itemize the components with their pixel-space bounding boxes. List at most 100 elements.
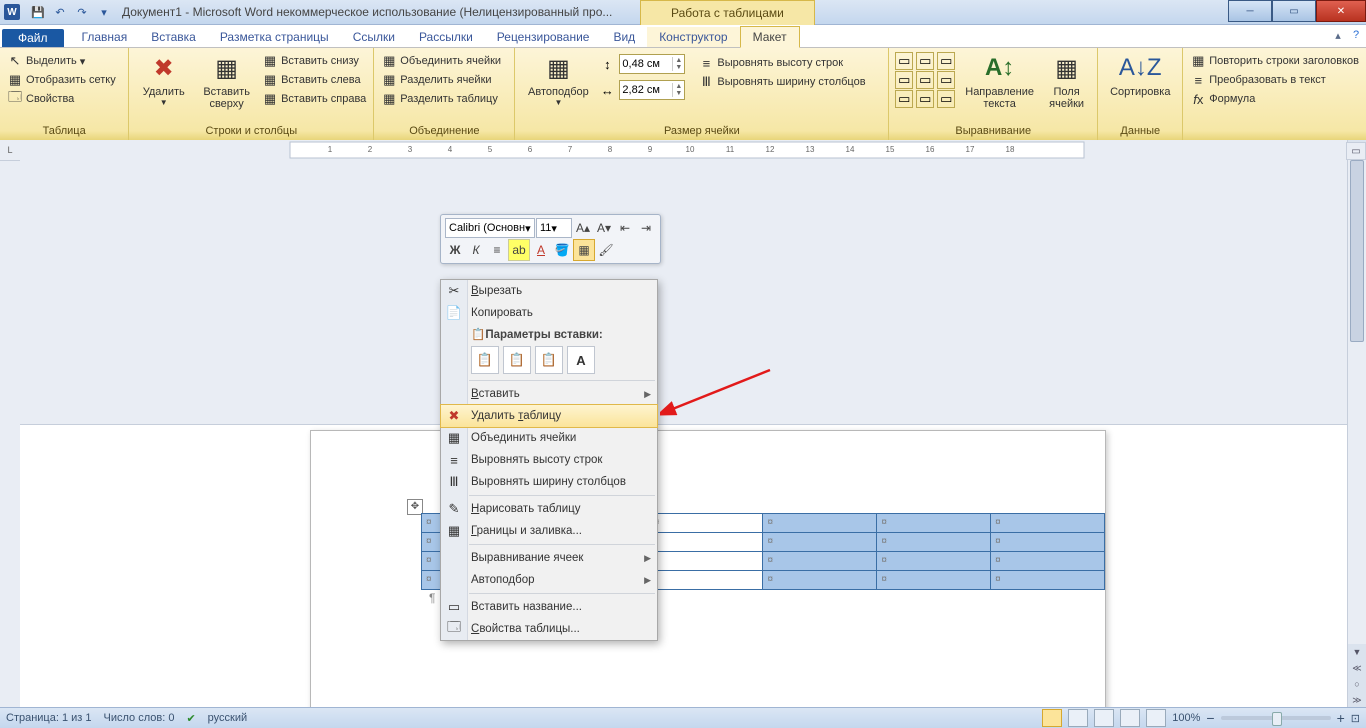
view-outline[interactable] xyxy=(1120,709,1140,727)
cm-align[interactable]: Выравнивание ячеек▶ xyxy=(441,547,657,569)
scroll-thumb[interactable] xyxy=(1350,160,1364,342)
cell-margins-button[interactable]: ▦Поля ячейки xyxy=(1040,50,1093,124)
cm-delete-table[interactable]: ✖Удалить таблицу xyxy=(440,404,658,428)
cm-copy[interactable]: 📄Копировать xyxy=(441,302,657,324)
next-page-icon[interactable]: ≫ xyxy=(1348,692,1366,708)
ruler-toggle-icon[interactable]: ▭ xyxy=(1346,142,1366,160)
paste-nest-icon[interactable]: 📋 xyxy=(471,346,499,374)
group-alignment-label: Выравнивание xyxy=(893,124,1093,140)
zoom-in-icon[interactable]: + xyxy=(1337,710,1345,726)
paste-merge-icon[interactable]: 📋 xyxy=(503,346,531,374)
tab-home[interactable]: Главная xyxy=(70,27,140,47)
zoom-fit-icon[interactable]: ⊡ xyxy=(1351,712,1360,725)
font-color-icon[interactable]: A xyxy=(531,240,551,260)
align-center-icon[interactable]: ≡ xyxy=(487,240,507,260)
ribbon-minimize-icon[interactable]: ▴ xyxy=(1330,28,1346,42)
horizontal-ruler[interactable]: 123 456 789 101112 131415 161718 xyxy=(20,140,1366,425)
highlight-icon[interactable]: ab xyxy=(508,239,530,261)
view-print-layout[interactable] xyxy=(1042,709,1062,727)
tab-design[interactable]: Конструктор xyxy=(647,27,739,47)
save-icon[interactable]: 💾 xyxy=(28,2,48,22)
row-height-input[interactable]: ▲▼ xyxy=(619,54,685,74)
minimize-button[interactable]: ─ xyxy=(1228,0,1272,22)
tab-references[interactable]: Ссылки xyxy=(341,27,407,47)
alignment-grid[interactable]: ▭▭▭ ▭▭▭ ▭▭▭ xyxy=(893,50,959,110)
status-words[interactable]: Число слов: 0 xyxy=(104,712,175,724)
cm-borders[interactable]: ▦Границы и заливка... xyxy=(441,520,657,542)
cm-autofit[interactable]: Автоподбор▶ xyxy=(441,569,657,591)
tab-file[interactable]: Файл xyxy=(2,29,64,47)
col-width-input[interactable]: ▲▼ xyxy=(619,80,685,100)
cm-dist-cols[interactable]: ⅢВыровнять ширину столбцов xyxy=(441,471,657,493)
repeat-header-button[interactable]: ▦Повторить строки заголовков xyxy=(1187,52,1362,70)
borders-icon[interactable]: ▦ xyxy=(573,239,595,261)
paste-text-icon[interactable]: A xyxy=(567,346,595,374)
qat-more-icon[interactable]: ▾ xyxy=(94,2,114,22)
tab-insert[interactable]: Вставка xyxy=(139,27,208,47)
tab-review[interactable]: Рецензирование xyxy=(485,27,602,47)
status-page[interactable]: Страница: 1 из 1 xyxy=(6,712,92,724)
zoom-out-icon[interactable]: − xyxy=(1206,710,1214,726)
prev-page-icon[interactable]: ≪ xyxy=(1348,660,1366,676)
paste-overwrite-icon[interactable]: 📋 xyxy=(535,346,563,374)
text-direction-button[interactable]: A↕Направление текста xyxy=(961,50,1038,124)
cm-dist-rows[interactable]: ≡Выровнять высоту строк xyxy=(441,449,657,471)
help-icon[interactable]: ? xyxy=(1348,28,1364,42)
convert-text-button[interactable]: ≡Преобразовать в текст xyxy=(1187,71,1362,89)
select-button[interactable]: ↖Выделить ▾ xyxy=(4,52,119,70)
cm-table-props[interactable]: 🗔Свойства таблицы... xyxy=(441,618,657,640)
distribute-cols-button[interactable]: ⅢВыровнять ширину столбцов xyxy=(695,73,868,91)
delete-button[interactable]: ✖Удалить▼ xyxy=(133,50,194,124)
document-canvas[interactable]: ✥ ¤¤¤¤¤¤ ¤¤¤¤¤ ¤¤¤¤ ¤¤¤¤ ¶ xyxy=(20,425,1366,709)
cm-cut[interactable]: ✂Вырезать xyxy=(441,280,657,302)
ruler-corner[interactable]: L xyxy=(0,140,21,161)
tab-view[interactable]: Вид xyxy=(601,27,647,47)
view-full-screen[interactable] xyxy=(1068,709,1088,727)
fill-color-icon[interactable]: 🪣 xyxy=(552,240,572,260)
view-gridlines-button[interactable]: ▦Отобразить сетку xyxy=(4,71,119,89)
font-select[interactable]: Calibri (Основн▾ xyxy=(445,218,535,238)
tab-mailings[interactable]: Рассылки xyxy=(407,27,485,47)
insert-below-button[interactable]: ▦Вставить снизу xyxy=(259,52,369,70)
word-icon: W xyxy=(4,4,20,20)
bold-icon[interactable]: Ж xyxy=(445,240,465,260)
view-web-layout[interactable] xyxy=(1094,709,1114,727)
undo-icon[interactable]: ↶ xyxy=(50,2,70,22)
formula-button[interactable]: fxФормула xyxy=(1187,90,1362,108)
vertical-ruler[interactable] xyxy=(0,161,21,708)
merge-cells-button[interactable]: ▦Объединить ячейки xyxy=(378,52,504,70)
browse-object-icon[interactable]: ○ xyxy=(1348,676,1366,692)
decrease-indent-icon[interactable]: ⇤ xyxy=(615,218,635,238)
italic-icon[interactable]: К xyxy=(466,240,486,260)
shrink-font-icon[interactable]: A▾ xyxy=(594,218,614,238)
insert-above-button[interactable]: ▦Вставить сверху xyxy=(196,50,257,124)
grow-font-icon[interactable]: A▴ xyxy=(573,218,593,238)
increase-indent-icon[interactable]: ⇥ xyxy=(636,218,656,238)
insert-left-button[interactable]: ▦Вставить слева xyxy=(259,71,369,89)
font-size-select[interactable]: 11 ▾ xyxy=(536,218,572,238)
sort-button[interactable]: A↓ZСортировка xyxy=(1102,50,1178,124)
redo-icon[interactable]: ↷ xyxy=(72,2,92,22)
insert-right-button[interactable]: ▦Вставить справа xyxy=(259,90,369,108)
split-table-button[interactable]: ▦Разделить таблицу xyxy=(378,90,504,108)
zoom-label[interactable]: 100% xyxy=(1172,712,1200,724)
cm-merge-cells[interactable]: ▦Объединить ячейки xyxy=(441,427,657,449)
cm-draw-table[interactable]: ✎Нарисовать таблицу xyxy=(441,498,657,520)
zoom-slider[interactable] xyxy=(1221,716,1331,720)
vertical-scrollbar[interactable]: ▲ ▼ ≪ ○ ≫ xyxy=(1347,140,1366,708)
view-draft[interactable] xyxy=(1146,709,1166,727)
maximize-button[interactable]: ▭ xyxy=(1272,0,1316,22)
autofit-button[interactable]: ▦Автоподбор▼ xyxy=(519,50,597,124)
distribute-rows-button[interactable]: ≡Выровнять высоту строк xyxy=(695,54,868,72)
status-language[interactable]: русский xyxy=(208,712,247,724)
cm-insert[interactable]: Вставить▶ xyxy=(441,383,657,405)
spellcheck-icon[interactable]: ✔ xyxy=(186,712,195,725)
properties-button[interactable]: 🗔Свойства xyxy=(4,90,119,108)
tab-page-layout[interactable]: Разметка страницы xyxy=(208,27,341,47)
close-button[interactable]: ✕ xyxy=(1316,0,1366,22)
scroll-down-icon[interactable]: ▼ xyxy=(1348,644,1366,660)
cm-caption[interactable]: ▭Вставить название... xyxy=(441,596,657,618)
format-painter-icon[interactable]: 🖌 xyxy=(596,240,616,260)
split-cells-button[interactable]: ▦Разделить ячейки xyxy=(378,71,504,89)
tab-layout[interactable]: Макет xyxy=(740,26,800,48)
